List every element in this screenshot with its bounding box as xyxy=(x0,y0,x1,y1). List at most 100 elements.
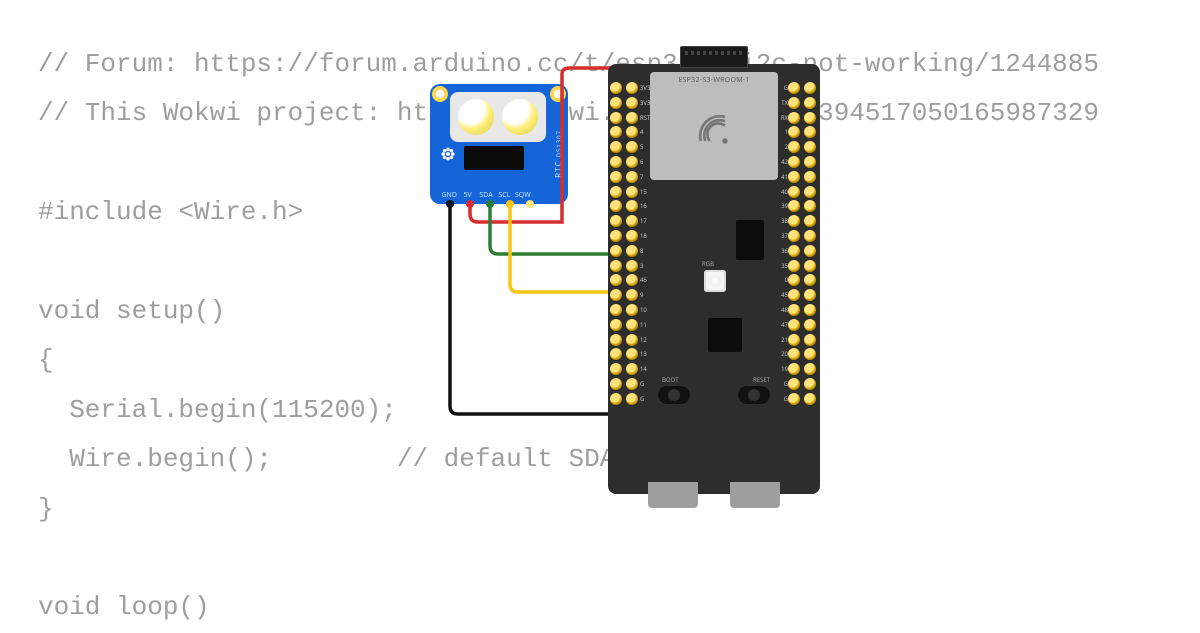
header-pin xyxy=(610,200,622,212)
header-pin xyxy=(610,304,622,316)
coin-cell-icon xyxy=(502,99,538,135)
header-pin xyxy=(610,319,622,331)
reset-label: RESET xyxy=(753,376,770,384)
rtc-label-top: RTC xyxy=(553,160,564,177)
pin-label: 35 xyxy=(781,260,788,272)
rtc-pad-scl xyxy=(506,200,514,208)
coin-cell-holder-icon xyxy=(450,92,546,142)
header-pin xyxy=(788,230,800,242)
header-pin xyxy=(804,230,816,242)
pin-label: 16 xyxy=(640,200,650,212)
header-pin xyxy=(626,378,638,390)
header-pin xyxy=(788,274,800,286)
reset-button[interactable] xyxy=(738,386,770,404)
header-pin xyxy=(626,156,638,168)
mounting-hole-icon xyxy=(432,86,448,102)
ic-chip-icon xyxy=(736,220,764,260)
pin-label: 37 xyxy=(781,230,788,242)
pin-label: 36 xyxy=(781,245,788,257)
pin-label: 2 xyxy=(781,141,788,153)
pin-label: 7 xyxy=(640,171,650,183)
header-pin xyxy=(610,215,622,227)
pin-label: 48 xyxy=(781,304,788,316)
pin-label: 14 xyxy=(640,363,650,375)
header-pin xyxy=(626,141,638,153)
header-pin xyxy=(610,260,622,272)
pin-label: G xyxy=(640,393,650,405)
rtc-pin-sda: SDA xyxy=(477,191,495,200)
rgb-label: RGB xyxy=(702,260,714,268)
header-pin xyxy=(626,289,638,301)
header-pin xyxy=(788,171,800,183)
header-pin xyxy=(610,348,622,360)
usb-uart-port-icon xyxy=(648,482,698,508)
header-pin xyxy=(804,274,816,286)
header-pin xyxy=(610,363,622,375)
rtc-pad-sqw xyxy=(526,200,534,208)
pin-label: 12 xyxy=(640,334,650,346)
wire-sda xyxy=(490,204,616,254)
espressif-logo-icon xyxy=(692,108,736,152)
pin-column-right-inner xyxy=(788,82,802,405)
header-pin xyxy=(626,274,638,286)
header-pin xyxy=(788,245,800,257)
shield-label: ESP32-S3-WROOM-1 xyxy=(650,76,778,85)
header-pin xyxy=(626,215,638,227)
pin-label: 38 xyxy=(781,215,788,227)
pin-label: 9 xyxy=(640,289,650,301)
header-pin xyxy=(610,230,622,242)
adafruit-flower-icon xyxy=(440,146,456,162)
pin-label: 20 xyxy=(781,348,788,360)
header-pin xyxy=(626,82,638,94)
pin-label: RX xyxy=(781,112,788,124)
rtc-pin-labels: GND 5V SDA SCL SQW xyxy=(440,191,532,200)
pin-label: 45 xyxy=(781,289,788,301)
header-pin xyxy=(804,319,816,331)
header-pin xyxy=(788,334,800,346)
header-pin xyxy=(626,363,638,375)
header-pin xyxy=(788,82,800,94)
pin-label: 46 xyxy=(640,274,650,286)
pin-label: 21 xyxy=(781,334,788,346)
header-pin xyxy=(610,141,622,153)
pin-label: 11 xyxy=(640,319,650,331)
header-pin xyxy=(788,97,800,109)
pin-label: 47 xyxy=(781,319,788,331)
header-pin xyxy=(610,97,622,109)
pin-label: G xyxy=(640,378,650,390)
pin-label: 3V3 xyxy=(640,82,650,94)
header-pin xyxy=(626,171,638,183)
header-pin xyxy=(804,97,816,109)
pin-column-left-outer xyxy=(610,82,624,405)
header-pin xyxy=(610,156,622,168)
pin-label: 5 xyxy=(640,141,650,153)
header-pin xyxy=(804,82,816,94)
pin-label: 41 xyxy=(781,171,788,183)
header-pin xyxy=(626,200,638,212)
pin-label: 0 xyxy=(781,274,788,286)
header-pin xyxy=(610,245,622,257)
header-pin xyxy=(804,171,816,183)
header-pin xyxy=(610,186,622,198)
header-pin xyxy=(804,200,816,212)
ic-chip-icon xyxy=(708,318,742,352)
coin-cell-icon xyxy=(458,99,494,135)
header-pin xyxy=(626,260,638,272)
pin-label: 3 xyxy=(640,260,650,272)
header-pin xyxy=(610,289,622,301)
pin-label: 39 xyxy=(781,200,788,212)
header-pin xyxy=(788,289,800,301)
header-pin xyxy=(626,393,638,405)
pin-label: 8 xyxy=(640,245,650,257)
header-pin xyxy=(626,304,638,316)
header-pin xyxy=(804,112,816,124)
header-pin xyxy=(610,334,622,346)
pin-label: 17 xyxy=(640,215,650,227)
pin-label: G xyxy=(781,393,788,405)
pin-label: G xyxy=(781,82,788,94)
rtc-silkscreen-label: RTC DS1307 xyxy=(553,130,564,178)
header-pin xyxy=(788,112,800,124)
boot-button[interactable] xyxy=(658,386,690,404)
pin-label: 10 xyxy=(640,304,650,316)
header-pin xyxy=(804,378,816,390)
